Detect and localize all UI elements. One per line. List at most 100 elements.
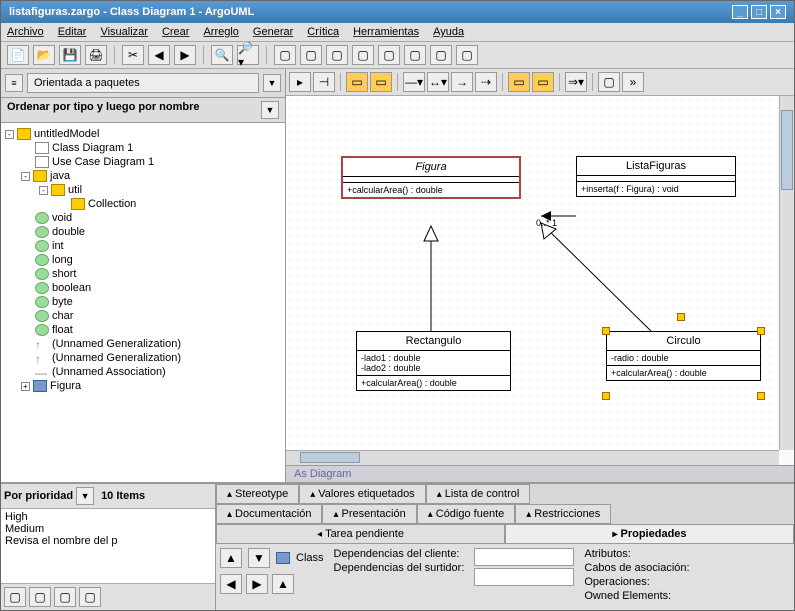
resize-handle[interactable]	[602, 327, 610, 335]
package-tool[interactable]: ▭	[370, 72, 392, 92]
deps-supplier-field[interactable]	[474, 568, 574, 586]
tab-checklist[interactable]: ▴ Lista de control	[426, 484, 531, 504]
props-go-up[interactable]: ▲	[272, 574, 294, 594]
tree-item[interactable]: byte	[3, 295, 283, 309]
tree-item[interactable]: boolean	[3, 281, 283, 295]
realize-tool[interactable]: ⇒▾	[565, 72, 587, 92]
assoc2-tool[interactable]: ↔▾	[427, 72, 449, 92]
menu-critica[interactable]: Crítica	[307, 26, 339, 38]
diagram-tab[interactable]: As Diagram	[286, 465, 794, 482]
menu-crear[interactable]: Crear	[162, 26, 190, 38]
close-button[interactable]: ×	[770, 5, 786, 19]
select-tool[interactable]: ▸	[289, 72, 311, 92]
deps-client-field[interactable]	[474, 548, 574, 566]
tool-f[interactable]: ▢	[404, 45, 426, 65]
tool-h[interactable]: ▢	[456, 45, 478, 65]
todo-btn-c[interactable]: ▢	[54, 587, 76, 607]
tree-item[interactable]: ↑(Unnamed Generalization)	[3, 337, 283, 351]
menu-archivo[interactable]: Archivo	[7, 26, 44, 38]
tab-stereotype[interactable]: ▴ Stereotype	[216, 484, 299, 504]
tree-item[interactable]: +Figura	[3, 379, 283, 393]
zoom-button[interactable]: 🔎▾	[237, 45, 259, 65]
tree-item[interactable]: Class Diagram 1	[3, 141, 283, 155]
props-go-back[interactable]: ◀	[220, 574, 242, 594]
tab-properties[interactable]: ▸ Propiedades	[505, 524, 794, 544]
tab-tagged-values[interactable]: ▴ Valores etiquetados	[299, 484, 425, 504]
tree-toggle[interactable]: +	[21, 382, 30, 391]
tool-e[interactable]: ▢	[378, 45, 400, 65]
class-listafiguras[interactable]: ListaFiguras +inserta(f : Figura) : void	[576, 156, 736, 197]
todo-filter[interactable]: Por prioridad	[4, 490, 73, 502]
props-nav-down[interactable]: ▼	[248, 548, 270, 568]
note-tool[interactable]: ▢	[598, 72, 620, 92]
tool-a[interactable]: ▢	[274, 45, 296, 65]
resize-handle[interactable]	[602, 392, 610, 400]
print-button[interactable]: 🖨	[85, 45, 107, 65]
perspective-dropdown[interactable]: ▼	[263, 74, 281, 92]
resize-handle[interactable]	[757, 392, 765, 400]
resize-handle[interactable]	[677, 313, 685, 321]
assoc-tool[interactable]: —▾	[403, 72, 425, 92]
todo-btn-a[interactable]: ▢	[4, 587, 26, 607]
horizontal-scrollbar[interactable]	[286, 450, 779, 465]
tree-item[interactable]: void	[3, 211, 283, 225]
tool-g[interactable]: ▢	[430, 45, 452, 65]
tree-item[interactable]: ↑(Unnamed Generalization)	[3, 351, 283, 365]
todo-item[interactable]: Revisa el nombre del p	[5, 535, 211, 547]
todo-btn-b[interactable]: ▢	[29, 587, 51, 607]
tool-d[interactable]: ▢	[352, 45, 374, 65]
cut-button[interactable]: ✂	[122, 45, 144, 65]
open-button[interactable]: 📂	[33, 45, 55, 65]
menu-generar[interactable]: Generar	[253, 26, 293, 38]
tree-toggle[interactable]: -	[5, 130, 14, 139]
perspective-config-button[interactable]: ≡	[5, 74, 23, 92]
class-figura[interactable]: Figura +calcularArea() : double	[341, 156, 521, 199]
tool-c[interactable]: ▢	[326, 45, 348, 65]
maximize-button[interactable]: □	[751, 5, 767, 19]
menu-herramientas[interactable]: Herramientas	[353, 26, 419, 38]
interface-tool[interactable]: ▭	[508, 72, 530, 92]
nav-back-button[interactable]: ◀	[148, 45, 170, 65]
menu-ayuda[interactable]: Ayuda	[433, 26, 464, 38]
find-button[interactable]: 🔍	[211, 45, 233, 65]
sort-label[interactable]: Ordenar por tipo y luego por nombre	[7, 101, 200, 119]
more-tool[interactable]: »	[622, 72, 644, 92]
tree-item[interactable]: int	[3, 239, 283, 253]
menu-editar[interactable]: Editar	[58, 26, 87, 38]
tab-presentation[interactable]: ▴ Presentación	[322, 504, 416, 524]
tree-toggle[interactable]: -	[39, 186, 48, 195]
resize-handle[interactable]	[757, 327, 765, 335]
tree-item[interactable]: Collection	[3, 197, 283, 211]
tree-item[interactable]: short	[3, 267, 283, 281]
props-go-fwd[interactable]: ▶	[246, 574, 268, 594]
tree-item[interactable]: —(Unnamed Association)	[3, 365, 283, 379]
tree-toggle[interactable]: -	[21, 172, 30, 181]
sort-dropdown[interactable]: ▼	[261, 101, 279, 119]
nav-fwd-button[interactable]: ▶	[174, 45, 196, 65]
todo-item[interactable]: High	[5, 511, 211, 523]
tree-item[interactable]: char	[3, 309, 283, 323]
class-tool[interactable]: ▭	[346, 72, 368, 92]
tree-item[interactable]: -util	[3, 183, 283, 197]
tab-constraints[interactable]: ▴ Restricciones	[515, 504, 611, 524]
tree-item[interactable]: Use Case Diagram 1	[3, 155, 283, 169]
gen-tool[interactable]: →	[451, 72, 473, 92]
tree-item[interactable]: long	[3, 253, 283, 267]
tab-source[interactable]: ▴ Código fuente	[417, 504, 516, 524]
tree-item[interactable]: float	[3, 323, 283, 337]
broom-tool[interactable]: ⊣	[313, 72, 335, 92]
minimize-button[interactable]: _	[732, 5, 748, 19]
save-button[interactable]: 💾	[59, 45, 81, 65]
new-button[interactable]: 📄	[7, 45, 29, 65]
todo-btn-d[interactable]: ▢	[79, 587, 101, 607]
menu-arreglo[interactable]: Arreglo	[203, 26, 238, 38]
dep-tool[interactable]: ⇢	[475, 72, 497, 92]
todo-item[interactable]: Medium	[5, 523, 211, 535]
todo-filter-dropdown[interactable]: ▼	[76, 487, 94, 505]
class-rectangulo[interactable]: Rectangulo -lado1 : double -lado2 : doub…	[356, 331, 511, 391]
vertical-scrollbar[interactable]	[779, 96, 794, 450]
tree-root[interactable]: untitledModel	[34, 128, 99, 140]
menu-visualizar[interactable]: Visualizar	[100, 26, 148, 38]
tree-item[interactable]: double	[3, 225, 283, 239]
diagram-canvas[interactable]: Figura +calcularArea() : double ListaFig…	[286, 96, 779, 450]
